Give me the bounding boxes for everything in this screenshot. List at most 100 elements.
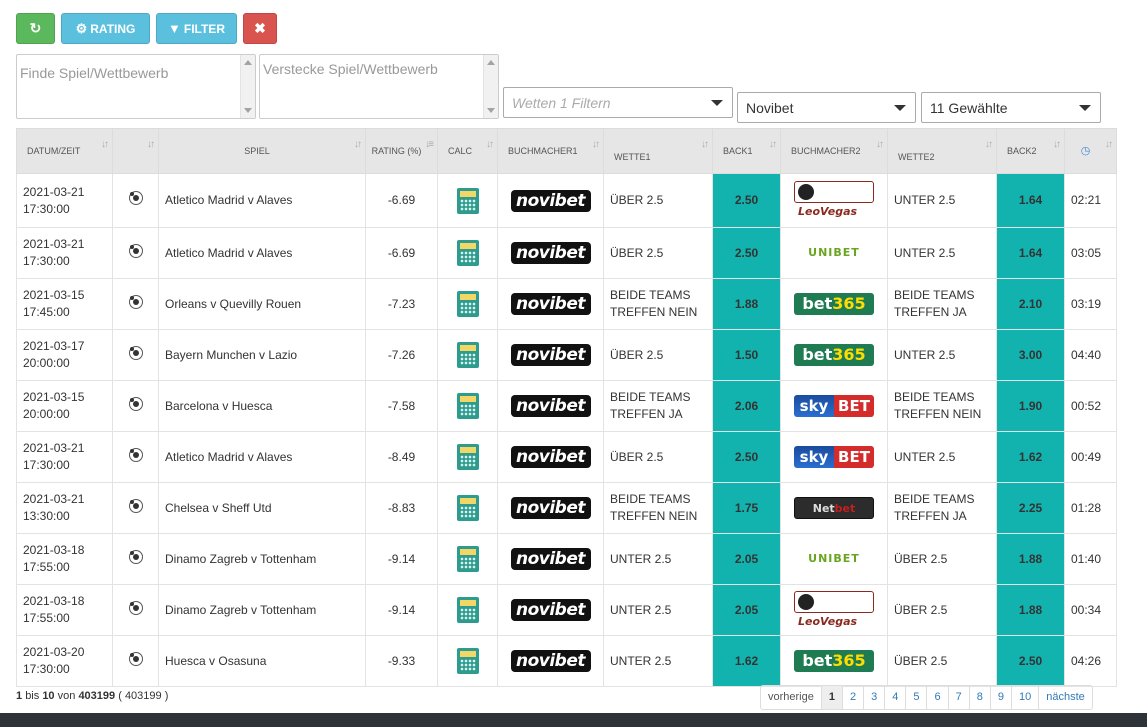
table-row[interactable]: 2021-03-21 17:30:00 Atletico Madrid v Alav…	[16, 227, 1117, 279]
novibet-logo[interactable]: novibet	[510, 497, 591, 519]
back1-cell[interactable]: 2.05	[712, 584, 781, 636]
calculator-icon[interactable]	[456, 444, 479, 470]
pagination-page-1[interactable]: 1	[820, 686, 842, 709]
pagination-page-8[interactable]: 8	[968, 686, 990, 709]
col-rating[interactable]: RATING (%) ↓≡	[365, 128, 438, 174]
sort-icon[interactable]: ↓↑	[876, 140, 884, 150]
col-calc[interactable]: CALC ↓↑	[437, 128, 498, 174]
col-back1[interactable]: BACK1 ↓↑	[712, 128, 781, 174]
col-wette2[interactable]: WETTE2 ↓↑	[887, 128, 997, 174]
calculator-icon[interactable]	[456, 546, 479, 572]
novibet-logo[interactable]: novibet	[510, 395, 591, 417]
sort-icon[interactable]: ↓↑	[147, 140, 155, 150]
back1-cell[interactable]: 2.50	[712, 431, 781, 483]
novibet-logo[interactable]: novibet	[510, 650, 591, 672]
leovegas-logo[interactable]: LeoVegas	[794, 181, 874, 218]
col-timer[interactable]: ◷ ↓↑	[1064, 128, 1117, 174]
sort-desc-icon[interactable]: ↓≡	[425, 140, 434, 150]
skybet-logo[interactable]: sky BET	[794, 446, 874, 468]
table-row[interactable]: 2021-03-17 20:00:00 Bayern Munchen v Lazio…	[16, 329, 1117, 381]
back1-cell[interactable]: 2.50	[712, 227, 781, 279]
table-row[interactable]: 2021-03-15 17:45:00 Orleans v Quevilly Rou…	[16, 278, 1117, 330]
back2-cell[interactable]: 1.62	[996, 431, 1065, 483]
back1-cell[interactable]: 1.88	[712, 278, 781, 330]
back2-cell[interactable]: 1.88	[996, 584, 1065, 636]
novibet-logo[interactable]: novibet	[510, 446, 591, 468]
pagination-page-6[interactable]: 6	[926, 686, 947, 709]
find-scrollbar[interactable]	[240, 55, 255, 118]
sort-icon[interactable]: ↓↑	[1105, 140, 1113, 150]
sort-icon[interactable]: ↓↑	[486, 140, 494, 150]
hide-game-textarea[interactable]: Verstecke Spiel/Wettbewerb	[259, 54, 499, 119]
bet365-logo[interactable]: bet365	[794, 344, 874, 366]
calculator-icon[interactable]	[456, 597, 479, 623]
back1-cell[interactable]: 2.50	[712, 173, 781, 228]
unibet-logo[interactable]: UNIBET	[794, 548, 874, 570]
bet365-logo[interactable]: bet365	[794, 293, 874, 315]
table-row[interactable]: 2021-03-21 17:30:00 Atletico Madrid v Alav…	[16, 431, 1117, 483]
back2-cell[interactable]: 3.00	[996, 329, 1065, 381]
back2-cell[interactable]: 1.64	[996, 173, 1065, 228]
netbet-logo[interactable]: Netbet	[794, 497, 874, 519]
hide-scrollbar[interactable]	[483, 55, 498, 118]
back1-cell[interactable]: 2.06	[712, 380, 781, 432]
close-button[interactable]: ✖	[243, 13, 277, 44]
calculator-icon[interactable]	[456, 291, 479, 317]
back2-cell[interactable]: 2.10	[996, 278, 1065, 330]
sort-icon[interactable]: ↓↑	[1053, 140, 1061, 150]
col-spiel[interactable]: SPIEL ↓↑	[158, 128, 366, 174]
novibet-logo[interactable]: novibet	[510, 344, 591, 366]
refresh-button[interactable]: ↻	[16, 13, 55, 44]
back2-cell[interactable]: 2.25	[996, 482, 1065, 534]
table-row[interactable]: 2021-03-18 17:55:00 Dinamo Zagreb v Totten…	[16, 584, 1117, 636]
pagination-page-9[interactable]: 9	[989, 686, 1011, 709]
col-back2[interactable]: BACK2 ↓↑	[996, 128, 1065, 174]
sort-icon[interactable]: ↓↑	[354, 140, 362, 150]
pagination-page-10[interactable]: 10	[1010, 686, 1038, 709]
novibet-logo[interactable]: novibet	[510, 599, 591, 621]
wetten-filter-select[interactable]: Wetten 1 Filtern	[503, 87, 733, 118]
scroll-up-icon[interactable]	[244, 60, 252, 65]
back2-cell[interactable]: 2.50	[996, 635, 1065, 687]
unibet-logo[interactable]: UNIBET	[794, 242, 874, 264]
back1-cell[interactable]: 2.05	[712, 533, 781, 585]
back1-cell[interactable]: 1.50	[712, 329, 781, 381]
sport-select[interactable]: 11 Gewählte	[921, 92, 1101, 123]
sort-icon[interactable]: ↓↑	[769, 140, 777, 150]
novibet-logo[interactable]: novibet	[510, 548, 591, 570]
novibet-logo[interactable]: novibet	[510, 189, 591, 212]
scroll-up-icon[interactable]	[487, 60, 495, 65]
table-row[interactable]: 2021-03-18 17:55:00 Dinamo Zagreb v Totten…	[16, 533, 1117, 585]
table-row[interactable]: 2021-03-15 20:00:00 Barcelona v Huesca -7.5…	[16, 380, 1117, 432]
back1-cell[interactable]: 1.62	[712, 635, 781, 687]
back1-cell[interactable]: 1.75	[712, 482, 781, 534]
table-row[interactable]: 2021-03-21 17:30:00 Atletico Madrid v Alav…	[16, 173, 1117, 228]
sort-icon[interactable]: ↓↑	[101, 140, 109, 150]
pagination-page-7[interactable]: 7	[947, 686, 969, 709]
find-game-textarea[interactable]: Finde Spiel/Wettbewerb	[16, 54, 256, 119]
calculator-icon[interactable]	[456, 240, 479, 266]
pagination-page-4[interactable]: 4	[884, 686, 905, 709]
col-sport[interactable]: ↓↑	[112, 128, 159, 174]
calculator-icon[interactable]	[456, 342, 479, 368]
table-row[interactable]: 2021-03-20 17:30:00 Huesca v Osasuna -9.33 n…	[16, 635, 1117, 687]
rating-button[interactable]: ⚙ RATING	[61, 13, 150, 44]
back2-cell[interactable]: 1.64	[996, 227, 1065, 279]
sort-icon[interactable]: ↓↑	[592, 140, 600, 150]
filter-button[interactable]: ▼ FILTER	[156, 13, 237, 44]
sort-icon[interactable]: ↓↑	[985, 140, 993, 150]
bet365-logo[interactable]: bet365	[794, 650, 874, 672]
skybet-logo[interactable]: sky BET	[794, 395, 874, 417]
sort-icon[interactable]: ↓↑	[701, 140, 709, 150]
bookmaker-select[interactable]: Novibet	[737, 92, 916, 123]
novibet-logo[interactable]: novibet	[510, 242, 591, 264]
back2-cell[interactable]: 1.88	[996, 533, 1065, 585]
calculator-icon[interactable]	[456, 495, 479, 521]
pagination-page-2[interactable]: 2	[841, 686, 863, 709]
leovegas-logo[interactable]: LeoVegas	[794, 590, 874, 628]
calculator-icon[interactable]	[456, 187, 479, 214]
scroll-down-icon[interactable]	[487, 108, 495, 113]
pagination-prev[interactable]: vorherige	[761, 686, 821, 709]
back2-cell[interactable]: 1.90	[996, 380, 1065, 432]
calculator-icon[interactable]	[456, 648, 479, 674]
